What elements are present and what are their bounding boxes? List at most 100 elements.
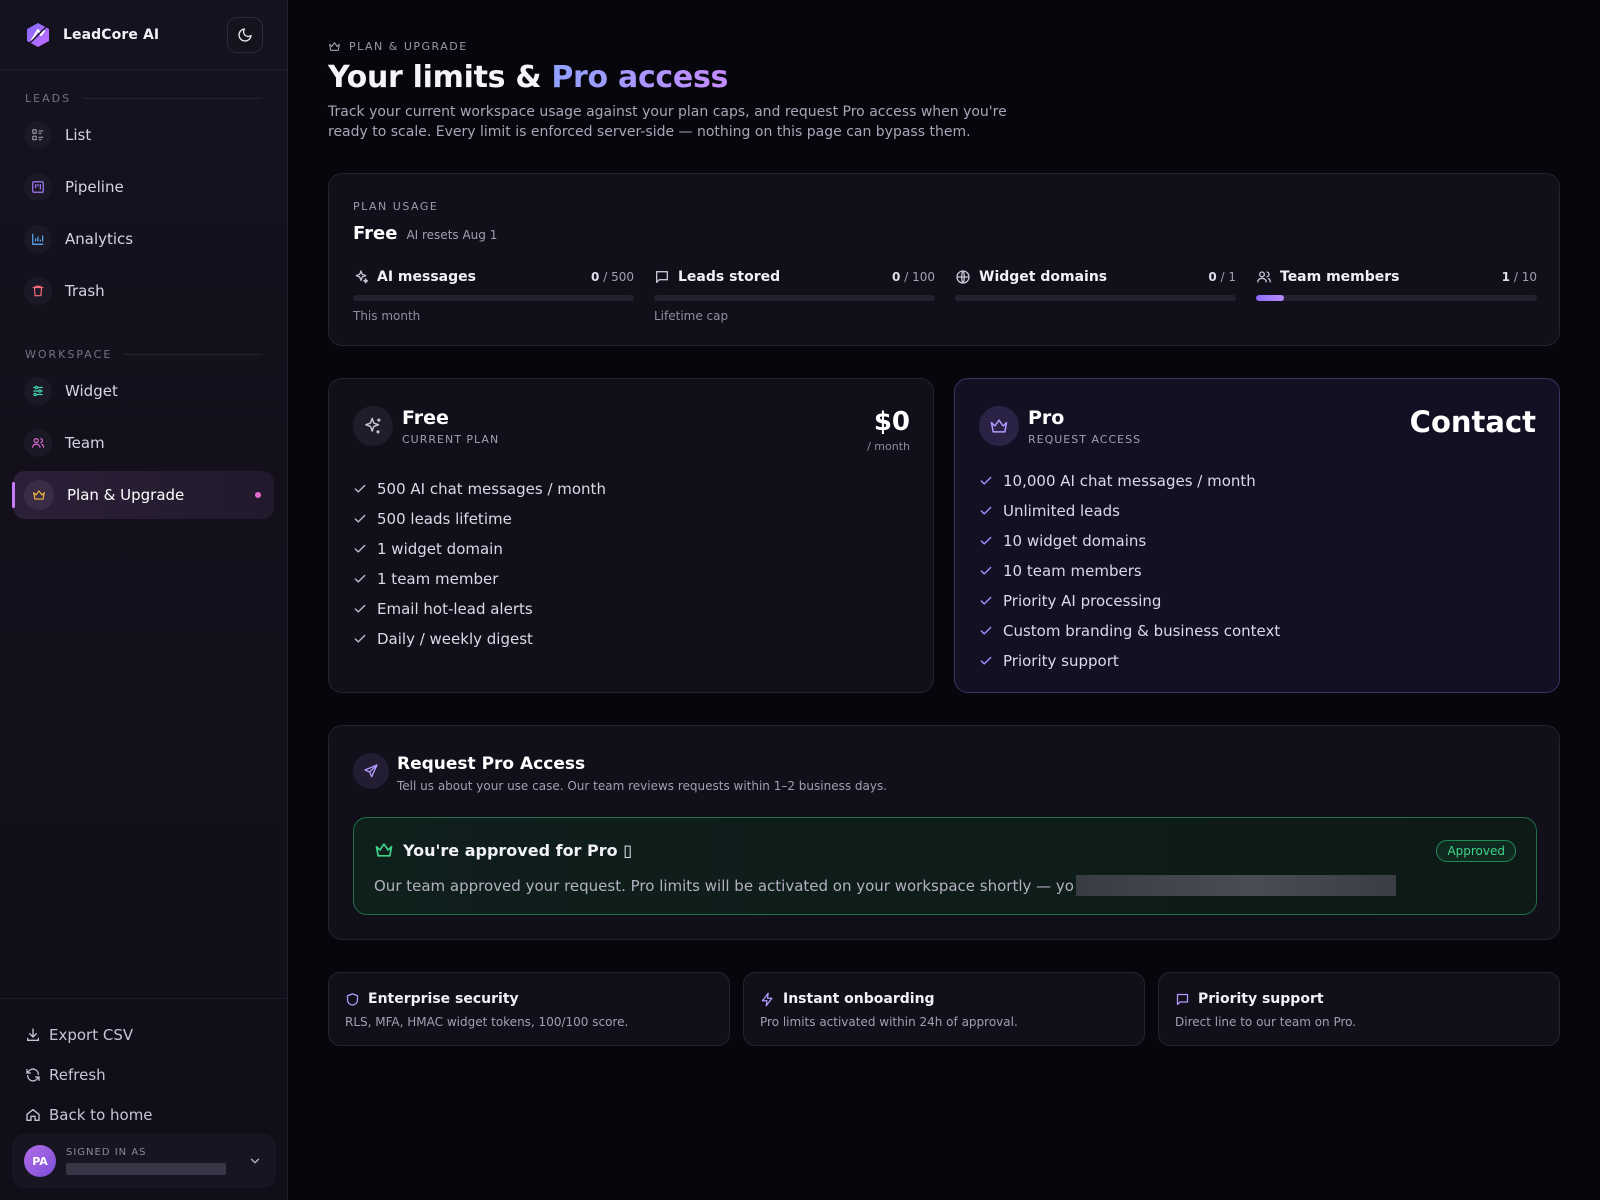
list-icon bbox=[32, 129, 44, 141]
status-badge: Approved bbox=[1436, 840, 1516, 862]
sparkles-icon bbox=[365, 417, 381, 434]
users-icon bbox=[31, 438, 45, 448]
check-icon bbox=[354, 634, 366, 643]
list-item: 10 widget domains bbox=[979, 526, 1280, 556]
sidebar-item-analytics[interactable]: Analytics bbox=[13, 215, 274, 263]
list-item: 1 team member bbox=[353, 564, 606, 594]
request-subtitle: Tell us about your use case. Our team re… bbox=[397, 779, 888, 793]
nav-section-leads: LEADS bbox=[0, 89, 287, 107]
download-icon bbox=[27, 1028, 39, 1041]
plan-period: / month bbox=[867, 440, 910, 453]
sidebar-item-team[interactable]: Team bbox=[13, 419, 274, 467]
back-to-home-link[interactable]: Back to home bbox=[0, 1095, 288, 1135]
sidebar: LeadCore AI LEADS List Pipeline Analytic… bbox=[0, 0, 288, 1200]
check-icon bbox=[980, 476, 992, 485]
check-icon bbox=[980, 626, 992, 635]
message-icon bbox=[656, 271, 668, 283]
redacted-text bbox=[1075, 875, 1396, 896]
plan-name: Free bbox=[402, 407, 449, 429]
brand-name: LeadCore AI bbox=[63, 26, 160, 43]
reset-note: AI resets Aug 1 bbox=[406, 228, 498, 242]
brand-header: LeadCore AI bbox=[0, 0, 287, 70]
approval-title: You're approved for Pro ▯ bbox=[403, 840, 632, 860]
check-icon bbox=[354, 484, 366, 493]
avatar: PA bbox=[24, 1145, 56, 1177]
list-item: 1 widget domain bbox=[353, 534, 606, 564]
list-item: Daily / weekly digest bbox=[353, 624, 606, 654]
bolt-icon bbox=[761, 992, 773, 1006]
request-title: Request Pro Access bbox=[397, 754, 586, 774]
meter-track bbox=[353, 295, 634, 301]
plan-feature-list: 10,000 AI chat messages / month Unlimite… bbox=[979, 466, 1280, 676]
feature-card-onboarding: Instant onboarding Pro limits activated … bbox=[743, 972, 1145, 1046]
crown-icon bbox=[990, 419, 1008, 433]
request-pro-card: Request Pro Access Tell us about your us… bbox=[328, 725, 1560, 940]
meter-track bbox=[1256, 295, 1537, 301]
globe-icon bbox=[956, 270, 970, 284]
approval-message: Our team approved your request. Pro limi… bbox=[374, 875, 1396, 896]
meter-team-members: Team members 1 / 10 bbox=[1256, 268, 1537, 309]
plan-name: Pro bbox=[1028, 407, 1065, 429]
list-item: 500 AI chat messages / month bbox=[353, 474, 606, 504]
trash-icon bbox=[32, 285, 44, 297]
current-plan: Free AI resets Aug 1 bbox=[353, 223, 498, 244]
crown-icon bbox=[329, 42, 340, 51]
sparkles-icon bbox=[355, 270, 369, 284]
plan-price: $0 bbox=[873, 407, 910, 437]
list-item: 500 leads lifetime bbox=[353, 504, 606, 534]
sidebar-item-trash[interactable]: Trash bbox=[13, 267, 274, 315]
sliders-icon bbox=[33, 385, 43, 397]
page-eyebrow: PLAN & UPGRADE bbox=[328, 40, 468, 53]
list-item: Priority AI processing bbox=[979, 586, 1280, 616]
sidebar-item-label: Team bbox=[65, 434, 105, 452]
check-icon bbox=[354, 604, 366, 613]
refresh-button[interactable]: Refresh bbox=[0, 1055, 288, 1095]
theme-toggle-button[interactable] bbox=[227, 16, 263, 53]
check-icon bbox=[980, 506, 992, 515]
sidebar-item-widget[interactable]: Widget bbox=[13, 367, 274, 415]
sidebar-item-pipeline[interactable]: Pipeline bbox=[13, 163, 274, 211]
plan-usage-label: PLAN USAGE bbox=[353, 200, 439, 213]
plan-feature-list: 500 AI chat messages / month 500 leads l… bbox=[353, 474, 606, 654]
sidebar-item-label: Plan & Upgrade bbox=[67, 486, 185, 504]
check-icon bbox=[980, 596, 992, 605]
users-icon bbox=[1257, 271, 1271, 283]
user-menu[interactable]: PA SIGNED IN AS bbox=[12, 1134, 276, 1188]
kanban-icon bbox=[32, 181, 44, 193]
list-item: 10 team members bbox=[979, 556, 1280, 586]
sidebar-item-label: Trash bbox=[65, 282, 105, 300]
check-icon bbox=[354, 544, 366, 553]
check-icon bbox=[980, 656, 992, 665]
sidebar-item-list[interactable]: List bbox=[13, 111, 274, 159]
check-icon bbox=[980, 536, 992, 545]
main-content: PLAN & UPGRADE Your limits & Pro access … bbox=[288, 0, 1600, 1200]
signed-in-label: SIGNED IN AS bbox=[66, 1147, 147, 1158]
crown-icon bbox=[33, 490, 45, 500]
page-subtitle: Track your current workspace usage again… bbox=[328, 104, 1007, 140]
pro-plan-card: Pro REQUEST ACCESS Contact 10,000 AI cha… bbox=[954, 378, 1560, 693]
list-item: 10,000 AI chat messages / month bbox=[979, 466, 1280, 496]
plan-tag: REQUEST ACCESS bbox=[1028, 433, 1142, 446]
message-icon bbox=[1176, 993, 1189, 1005]
check-icon bbox=[354, 514, 366, 523]
list-item: Custom branding & business context bbox=[979, 616, 1280, 646]
send-icon bbox=[364, 764, 378, 778]
logo-icon bbox=[27, 22, 49, 47]
nav-section-workspace: WORKSPACE bbox=[0, 345, 287, 363]
plan-tag: CURRENT PLAN bbox=[402, 433, 500, 446]
meter-track bbox=[955, 295, 1236, 301]
sidebar-item-label: Analytics bbox=[65, 230, 134, 248]
bar-chart-icon bbox=[32, 233, 44, 245]
meter-fill bbox=[1256, 295, 1285, 301]
feature-card-support: Priority support Direct line to our team… bbox=[1158, 972, 1560, 1046]
export-csv-button[interactable]: Export CSV bbox=[0, 1015, 288, 1055]
page-title: Your limits & Pro access bbox=[328, 60, 729, 95]
check-icon bbox=[980, 566, 992, 575]
home-icon bbox=[26, 1109, 40, 1121]
sidebar-item-plan-upgrade[interactable]: Plan & Upgrade bbox=[12, 471, 274, 519]
feature-card-security: Enterprise security RLS, MFA, HMAC widge… bbox=[328, 972, 730, 1046]
meter-leads-stored: Leads stored 0 / 100 Lifetime cap bbox=[654, 269, 935, 323]
list-item: Email hot-lead alerts bbox=[353, 594, 606, 624]
chevron-down-icon bbox=[250, 1158, 260, 1164]
redacted-user-name bbox=[66, 1163, 226, 1175]
